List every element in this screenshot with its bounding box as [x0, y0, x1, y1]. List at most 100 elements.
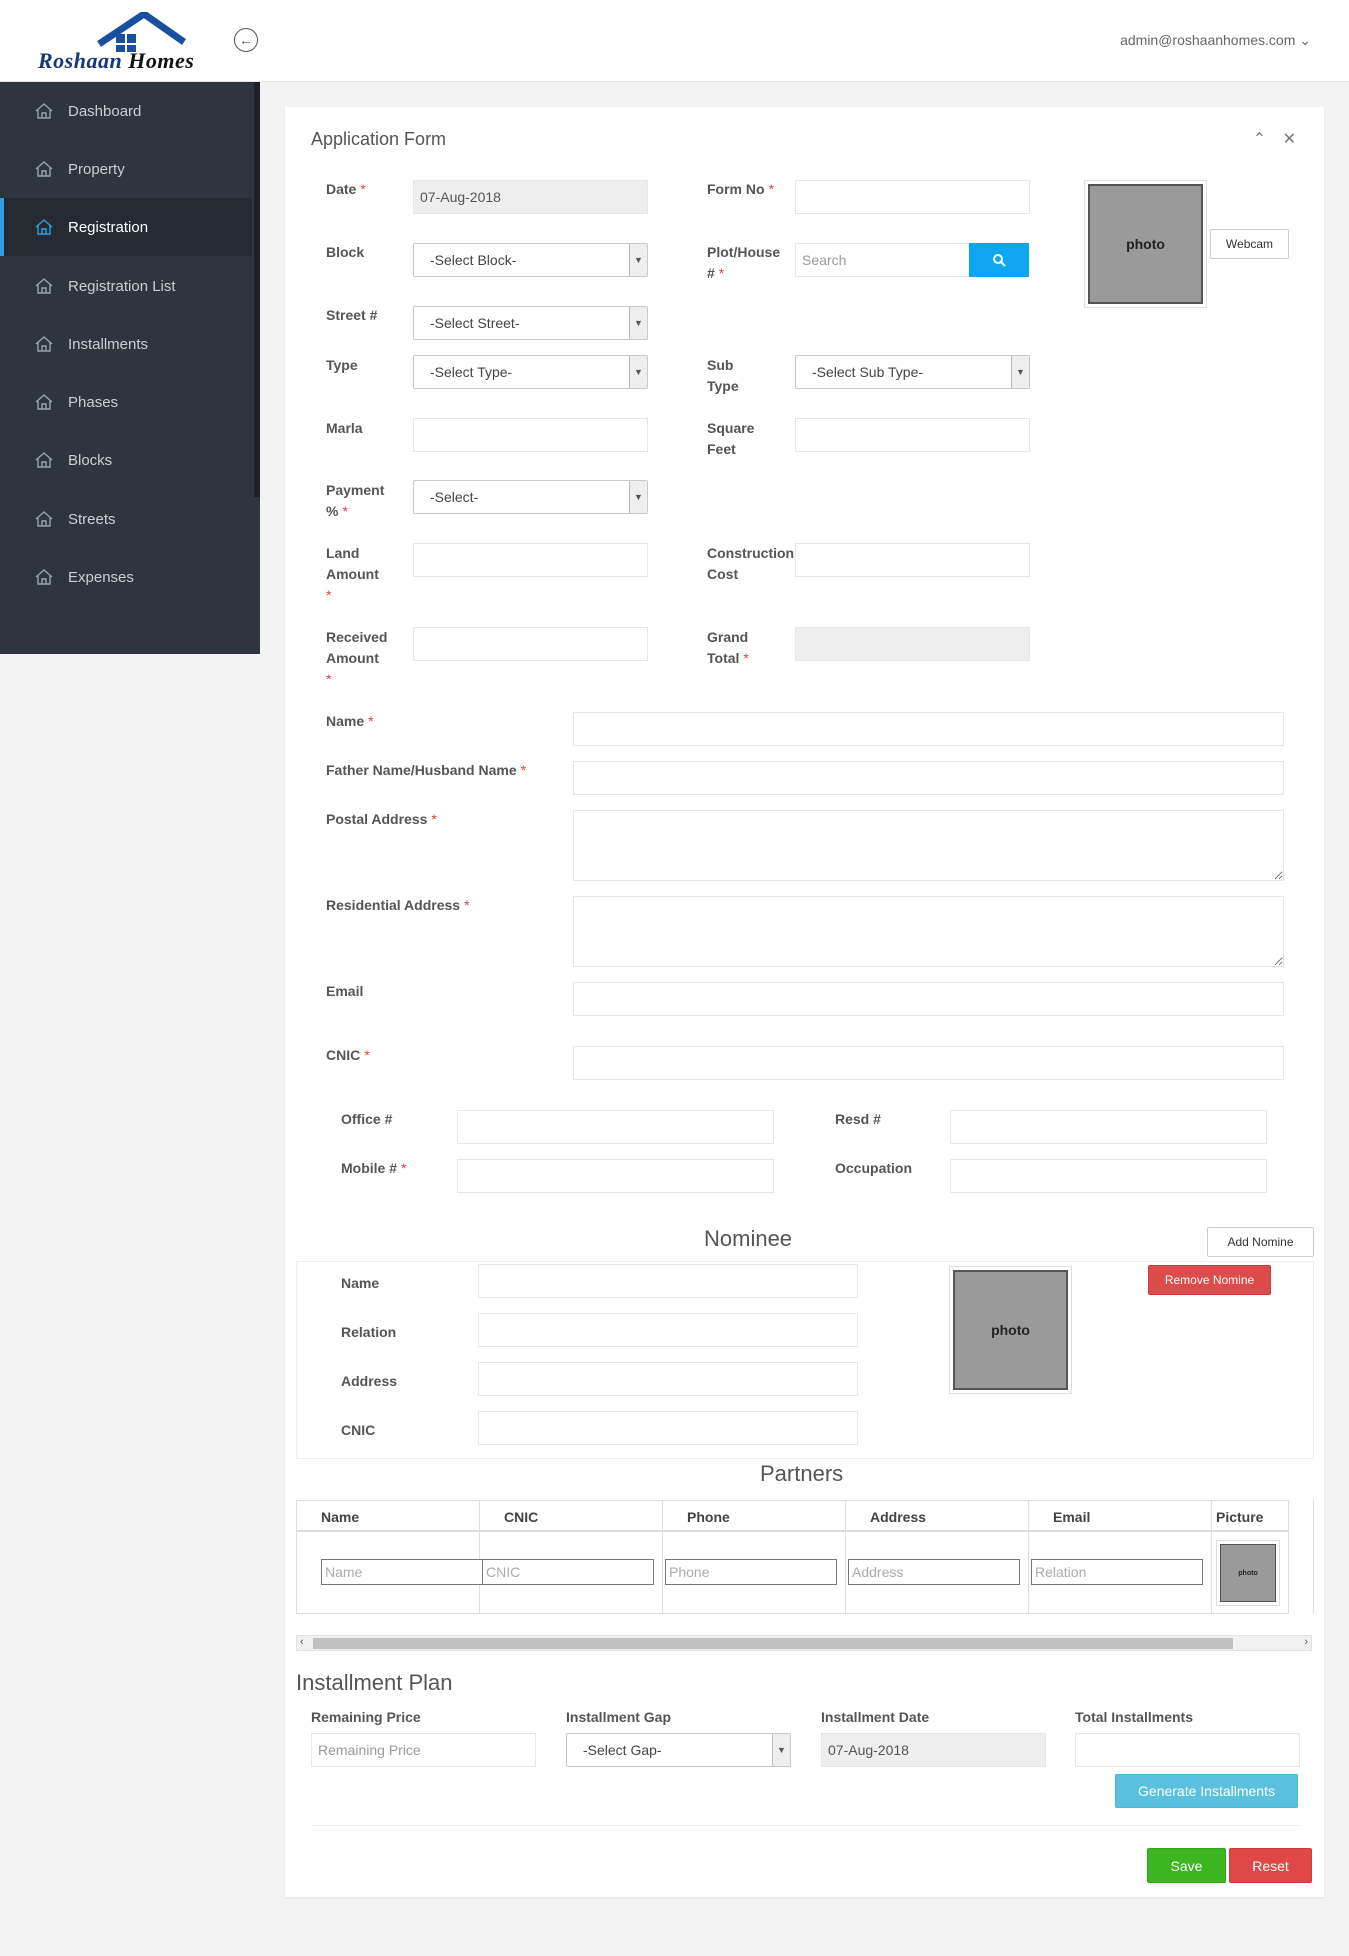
sidebar-item-expenses[interactable]: Expenses	[0, 548, 252, 606]
chevron-down-icon: ⌄	[1299, 32, 1311, 48]
home-icon	[35, 103, 53, 119]
user-email: admin@roshaanhomes.com	[1120, 32, 1296, 48]
home-icon	[35, 394, 53, 410]
land-amount-input[interactable]	[413, 543, 648, 577]
email-input[interactable]	[573, 982, 1284, 1016]
logo-main-text: Roshaan	[38, 48, 123, 73]
office-label: Office #	[341, 1111, 393, 1127]
sidebar-item-phases[interactable]: Phases	[0, 373, 252, 431]
office-input[interactable]	[457, 1110, 774, 1144]
nominee-name-input[interactable]	[478, 1264, 858, 1298]
chevron-down-icon: ▼	[772, 1734, 790, 1766]
construction-cost-label: Construction Cost	[707, 545, 795, 582]
grand-total-input[interactable]	[795, 627, 1030, 661]
installment-gap-select[interactable]: -Select Gap- ▼	[566, 1733, 791, 1767]
user-menu[interactable]: admin@roshaanhomes.com ⌄	[1120, 32, 1311, 49]
postal-address-label: Postal Address *	[326, 811, 437, 827]
partner-email-input[interactable]	[1031, 1559, 1203, 1585]
sqft-input[interactable]	[795, 418, 1030, 452]
sidebar-item-registration[interactable]: Registration	[0, 198, 252, 256]
sidebar-scrollbar[interactable]	[254, 82, 260, 497]
sidebar-item-blocks[interactable]: Blocks	[0, 431, 252, 489]
block-select-value: -Select Block-	[430, 252, 517, 268]
postal-address-textarea[interactable]	[573, 810, 1284, 881]
name-input[interactable]	[573, 712, 1284, 746]
type-select[interactable]: -Select Type- ▼	[413, 355, 648, 389]
block-select[interactable]: -Select Block- ▼	[413, 243, 648, 277]
block-label: Block	[326, 244, 365, 260]
table-cell	[480, 1532, 663, 1614]
partners-col-cnic: CNIC	[480, 1500, 663, 1532]
search-icon	[993, 254, 1006, 267]
partner-cnic-input[interactable]	[482, 1559, 654, 1585]
sidebar-item-label: Property	[68, 160, 125, 178]
partners-col-phone: Phone	[663, 1500, 846, 1532]
received-amount-input[interactable]	[413, 627, 648, 661]
father-name-input[interactable]	[573, 761, 1284, 795]
logo-sub-text: Homes	[128, 48, 195, 73]
payment-select[interactable]: -Select- ▼	[413, 480, 648, 514]
mobile-input[interactable]	[457, 1159, 774, 1193]
close-icon[interactable]: ✕	[1283, 131, 1296, 148]
webcam-button[interactable]: Webcam	[1210, 229, 1289, 259]
partner-photo: photo	[1216, 1540, 1280, 1606]
scroll-right-icon[interactable]: ›	[1304, 1636, 1308, 1648]
street-select[interactable]: -Select Street- ▼	[413, 306, 648, 340]
save-button[interactable]: Save	[1147, 1848, 1226, 1883]
plot-search-input[interactable]	[795, 243, 971, 277]
partner-address-input[interactable]	[848, 1559, 1020, 1585]
type-label: Type	[326, 357, 358, 373]
top-bar: Roshaan Homes ← admin@roshaanhomes.com ⌄	[0, 0, 1349, 82]
collapse-icon[interactable]: ⌃	[1253, 131, 1266, 148]
generate-installments-button[interactable]: Generate Installments	[1115, 1774, 1298, 1808]
sidebar-item-label: Expenses	[68, 568, 134, 586]
partners-col-name: Name	[297, 1500, 480, 1532]
add-nominee-button[interactable]: Add Nomine	[1207, 1227, 1314, 1257]
resd-input[interactable]	[950, 1110, 1267, 1144]
sidebar-item-dashboard[interactable]: Dashboard	[0, 82, 252, 140]
partners-col-address: Address	[846, 1500, 1029, 1532]
subtype-select[interactable]: -Select Sub Type- ▼	[795, 355, 1030, 389]
partner-phone-input[interactable]	[665, 1559, 837, 1585]
form-no-input[interactable]	[795, 180, 1030, 214]
nominee-cnic-input[interactable]	[478, 1411, 858, 1445]
plot-search-button[interactable]	[969, 243, 1029, 277]
table-cell: photo	[1212, 1532, 1289, 1614]
reset-button[interactable]: Reset	[1229, 1848, 1312, 1883]
sidebar-item-streets[interactable]: Streets	[0, 490, 252, 548]
residential-address-label: Residential Address *	[326, 897, 470, 913]
cnic-input[interactable]	[573, 1046, 1284, 1080]
sidebar-item-label: Registration	[68, 218, 149, 236]
partners-table: Name CNIC Phone Address Email Picture ph…	[296, 1500, 1314, 1614]
photo-placeholder: photo	[1088, 184, 1203, 304]
house-roof-icon	[97, 12, 187, 52]
nominee-relation-input[interactable]	[478, 1313, 858, 1347]
sidebar-item-label: Blocks	[68, 451, 113, 469]
installment-gap-label: Installment Gap	[566, 1709, 672, 1725]
nominee-address-input[interactable]	[478, 1362, 858, 1396]
sidebar-item-installments[interactable]: Installments	[0, 315, 252, 373]
residential-address-textarea[interactable]	[573, 896, 1284, 967]
scroll-left-icon[interactable]: ‹	[300, 1636, 304, 1648]
total-installments-label: Total Installments	[1075, 1709, 1193, 1725]
construction-cost-input[interactable]	[795, 543, 1030, 577]
total-installments-stepper[interactable]	[1075, 1733, 1300, 1767]
sidebar-item-property[interactable]: Property	[0, 140, 252, 198]
resd-label: Resd #	[835, 1111, 881, 1127]
installment-date-input[interactable]	[821, 1733, 1046, 1767]
partner-name-input[interactable]	[321, 1559, 493, 1585]
scrollbar-thumb[interactable]	[313, 1638, 1233, 1649]
remaining-price-input[interactable]	[311, 1733, 536, 1767]
roshaan-homes-logo[interactable]: Roshaan Homes	[34, 12, 194, 74]
date-input[interactable]	[413, 180, 648, 214]
occupation-input[interactable]	[950, 1159, 1267, 1193]
marla-input[interactable]	[413, 418, 648, 452]
home-icon	[35, 161, 53, 177]
sqft-label: Square Feet	[707, 420, 755, 457]
sidebar-item-registration-list[interactable]: Registration List	[0, 257, 252, 315]
collapse-sidebar-icon[interactable]: ←	[234, 28, 258, 52]
horizontal-scrollbar[interactable]: ‹ ›	[296, 1635, 1312, 1651]
sidebar-item-label: Streets	[68, 510, 116, 528]
chevron-down-icon: ▼	[629, 244, 647, 276]
remove-nominee-button[interactable]: Remove Nomine	[1148, 1265, 1271, 1295]
